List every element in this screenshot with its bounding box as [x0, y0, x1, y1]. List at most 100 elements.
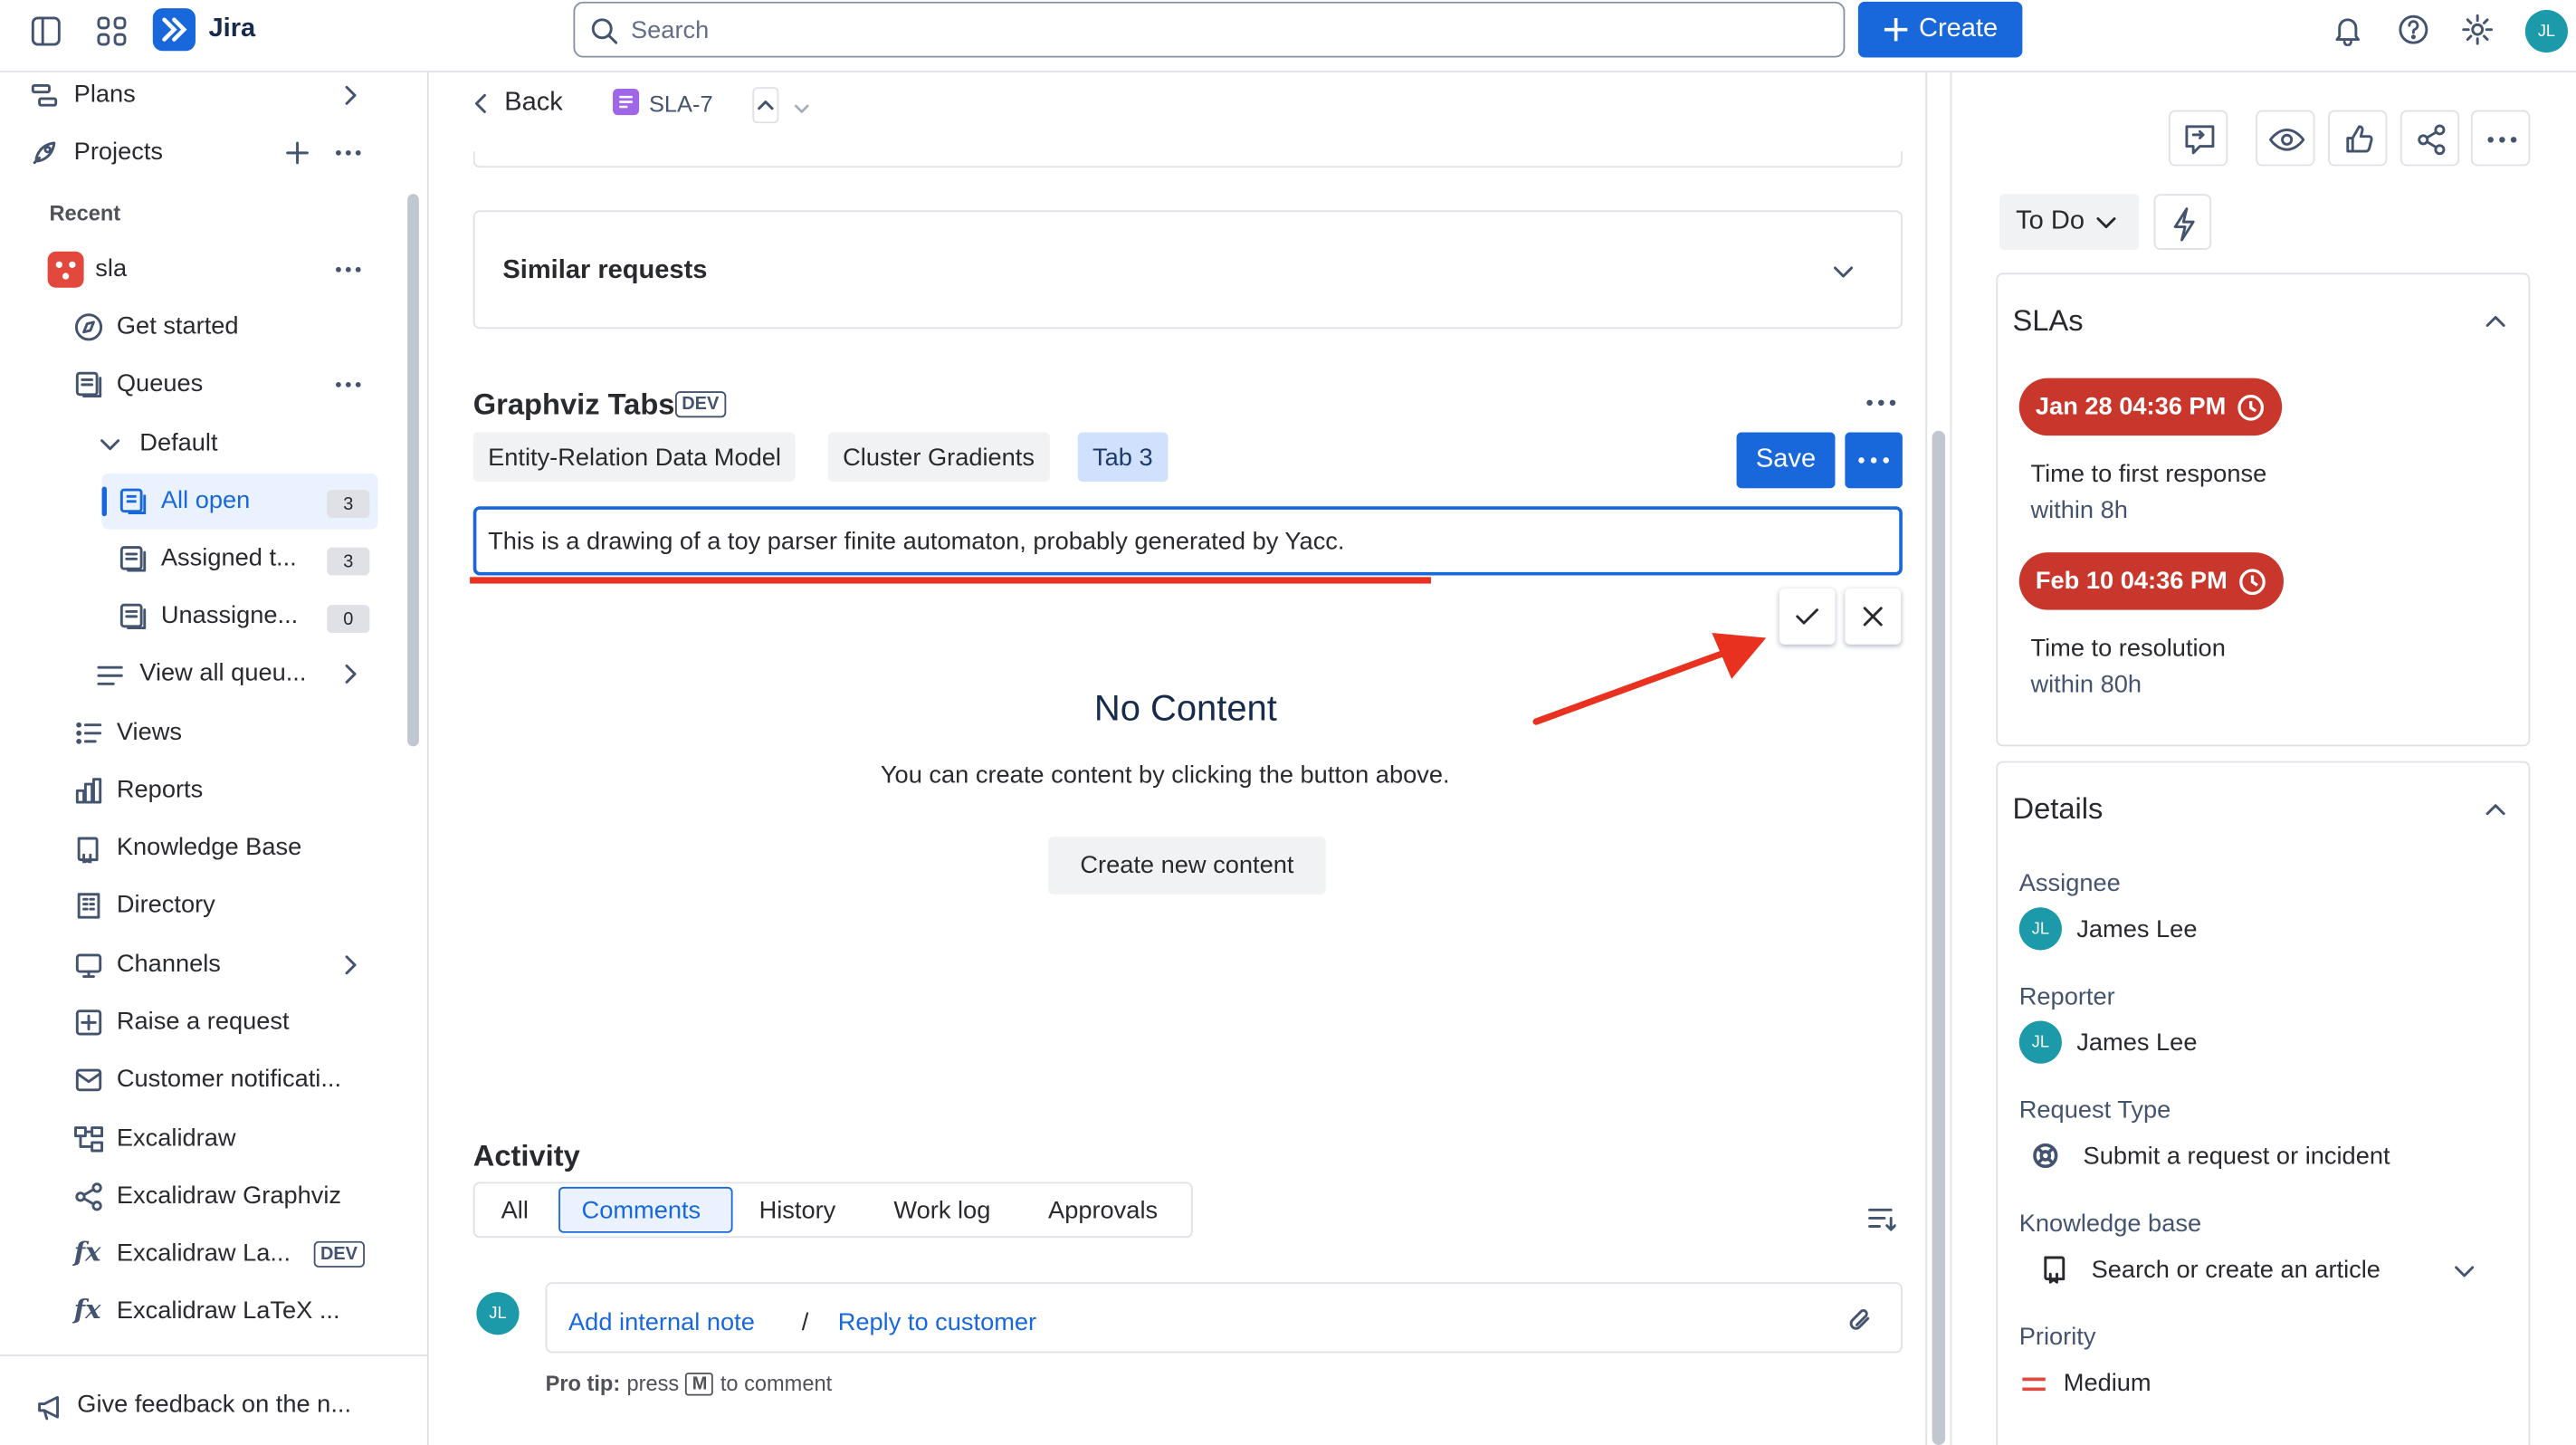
excalidraw-tree-icon	[74, 1124, 104, 1154]
sidebar-item-excalidraw[interactable]: Excalidraw	[117, 1124, 236, 1153]
comment-box[interactable]: Add internal note / Reply to customer	[545, 1282, 1903, 1354]
add-project-plus-icon[interactable]	[286, 141, 309, 165]
priority-value[interactable]: Medium	[2064, 1369, 2151, 1397]
sidebar-item-view-all-queues[interactable]: View all queu...	[139, 659, 306, 687]
annotation-underline	[470, 577, 1431, 584]
sidebar-item-excalidraw-graphviz[interactable]: Excalidraw Graphviz	[117, 1182, 341, 1210]
function-fx-icon: fx	[73, 1236, 101, 1268]
automation-button[interactable]	[2153, 194, 2212, 250]
sidebar-toggle-icon[interactable]	[30, 14, 62, 47]
queue-icon	[119, 602, 148, 632]
sla-date: Feb 10 04:36 PM	[2035, 567, 2228, 596]
sidebar-item-knowledge-base[interactable]: Knowledge Base	[117, 834, 301, 862]
sidebar-item-project-sla[interactable]: sla	[95, 254, 127, 282]
back-arrow-icon[interactable]	[472, 92, 491, 115]
sidebar-item-excalidraw-la[interactable]: Excalidraw La...	[117, 1239, 291, 1268]
reporter-value[interactable]: James Lee	[2076, 1029, 2197, 1057]
knowledge-base-search[interactable]: Search or create an article	[2092, 1256, 2380, 1284]
next-issue-chevron-down-icon[interactable]	[790, 93, 813, 120]
sidebar-item-get-started[interactable]: Get started	[117, 312, 239, 340]
activity-tab-approvals[interactable]: Approvals	[1048, 1197, 1158, 1225]
notifications-bell-icon[interactable]	[2332, 14, 2364, 46]
queues-more-icon[interactable]	[335, 373, 361, 396]
sidebar-item-excalidraw-latex[interactable]: Excalidraw LaTeX ...	[117, 1297, 340, 1325]
chevron-right-icon[interactable]	[339, 84, 361, 107]
graphviz-tab-active[interactable]: Tab 3	[1077, 432, 1168, 483]
sidebar-item-customer-notifications[interactable]: Customer notificati...	[117, 1066, 341, 1094]
sidebar-item-plans[interactable]: Plans	[74, 81, 136, 109]
feedback-button[interactable]	[2168, 110, 2228, 167]
search-input[interactable]: Search	[573, 1, 1846, 58]
sidebar-item-raise-request[interactable]: Raise a request	[117, 1008, 290, 1036]
activity-tab-comments[interactable]: Comments	[582, 1197, 701, 1225]
chevron-right-icon[interactable]	[339, 663, 361, 685]
sidebar-scrollbar[interactable]	[407, 194, 419, 747]
status-dropdown[interactable]: To Do	[1999, 194, 2140, 250]
chevron-down-icon[interactable]	[2453, 1259, 2476, 1282]
projects-rocket-icon	[30, 139, 60, 168]
app-name[interactable]: Jira	[209, 14, 256, 44]
issue-key-link[interactable]: SLA-7	[649, 91, 713, 117]
pro-tip-end: to comment	[720, 1371, 833, 1396]
jira-logo-icon[interactable]	[152, 8, 196, 52]
more-options-icon[interactable]	[1865, 391, 1897, 414]
share-button[interactable]	[2399, 110, 2460, 167]
sidebar-item-channels[interactable]: Channels	[117, 950, 221, 978]
main-scrollbar[interactable]	[1932, 430, 1946, 1445]
more-actions-button[interactable]	[2470, 110, 2531, 167]
queue-label[interactable]: All open	[161, 486, 250, 514]
activity-tab-all[interactable]: All	[501, 1197, 529, 1225]
settings-gear-icon[interactable]	[2461, 14, 2494, 46]
add-internal-note-link[interactable]: Add internal note	[568, 1308, 755, 1336]
assignee-value[interactable]: James Lee	[2076, 915, 2197, 943]
projects-more-icon[interactable]	[335, 141, 361, 164]
chevron-down-icon[interactable]	[99, 433, 121, 455]
help-icon[interactable]	[2397, 14, 2429, 46]
list-icon	[95, 661, 125, 691]
confirm-button[interactable]	[1779, 589, 1836, 645]
queue-label[interactable]: Assigned t...	[161, 544, 297, 572]
similar-requests-panel[interactable]: Similar requests	[472, 210, 1903, 330]
tab-more-button[interactable]	[1845, 432, 1903, 489]
compass-icon	[74, 312, 104, 342]
create-button[interactable]: Create	[1857, 1, 2023, 58]
request-type-value[interactable]: Submit a request or incident	[2084, 1143, 2390, 1171]
previous-issue-button[interactable]	[752, 87, 779, 124]
clock-icon	[2238, 568, 2266, 595]
sla-pill: Feb 10 04:36 PM	[2018, 552, 2284, 610]
attachment-paperclip-icon[interactable]	[1845, 1306, 1875, 1335]
vote-button[interactable]	[2327, 110, 2388, 167]
chevron-right-icon[interactable]	[339, 953, 361, 976]
sidebar-item-reports[interactable]: Reports	[117, 776, 203, 804]
project-more-icon[interactable]	[335, 258, 361, 281]
graphviz-tab[interactable]: Entity-Relation Data Model	[472, 432, 797, 483]
graphviz-tab[interactable]: Cluster Gradients	[827, 432, 1050, 483]
sidebar-item-directory[interactable]: Directory	[117, 891, 215, 919]
activity-tab-history[interactable]: History	[759, 1197, 836, 1225]
create-new-content-button[interactable]: Create new content	[1048, 837, 1326, 895]
pro-tip-press: press	[626, 1371, 680, 1396]
back-button[interactable]: Back	[504, 89, 563, 119]
assignee-label: Assignee	[2018, 869, 2121, 898]
reply-to-customer-link[interactable]: Reply to customer	[838, 1308, 1036, 1336]
save-button[interactable]: Save	[1736, 432, 1836, 489]
give-feedback-link[interactable]: Give feedback on the n...	[77, 1391, 351, 1419]
chevron-up-icon[interactable]	[2484, 311, 2506, 333]
queue-label[interactable]: Unassigne...	[161, 602, 298, 630]
text-field-value[interactable]: This is a drawing of a toy parser finite…	[488, 528, 1344, 556]
chevron-up-icon[interactable]	[2484, 799, 2506, 821]
watch-button[interactable]	[2256, 110, 2315, 167]
activity-tab-work-log[interactable]: Work log	[893, 1197, 990, 1225]
sidebar-item-queues[interactable]: Queues	[117, 370, 203, 398]
sidebar-item-default[interactable]: Default	[139, 429, 217, 457]
sidebar-item-views[interactable]: Views	[117, 718, 182, 746]
chevron-down-icon[interactable]	[1832, 260, 1855, 282]
sidebar-item-projects[interactable]: Projects	[74, 139, 163, 167]
sla-goal: within 8h	[2030, 496, 2128, 525]
cancel-button[interactable]	[1845, 589, 1902, 645]
chevron-up-icon	[758, 100, 774, 110]
sort-icon[interactable]	[1866, 1203, 1896, 1233]
tab-content-text-field[interactable]: This is a drawing of a toy parser finite…	[472, 506, 1903, 576]
app-switcher-icon[interactable]	[95, 14, 128, 47]
user-avatar[interactable]: JL	[2524, 9, 2569, 53]
